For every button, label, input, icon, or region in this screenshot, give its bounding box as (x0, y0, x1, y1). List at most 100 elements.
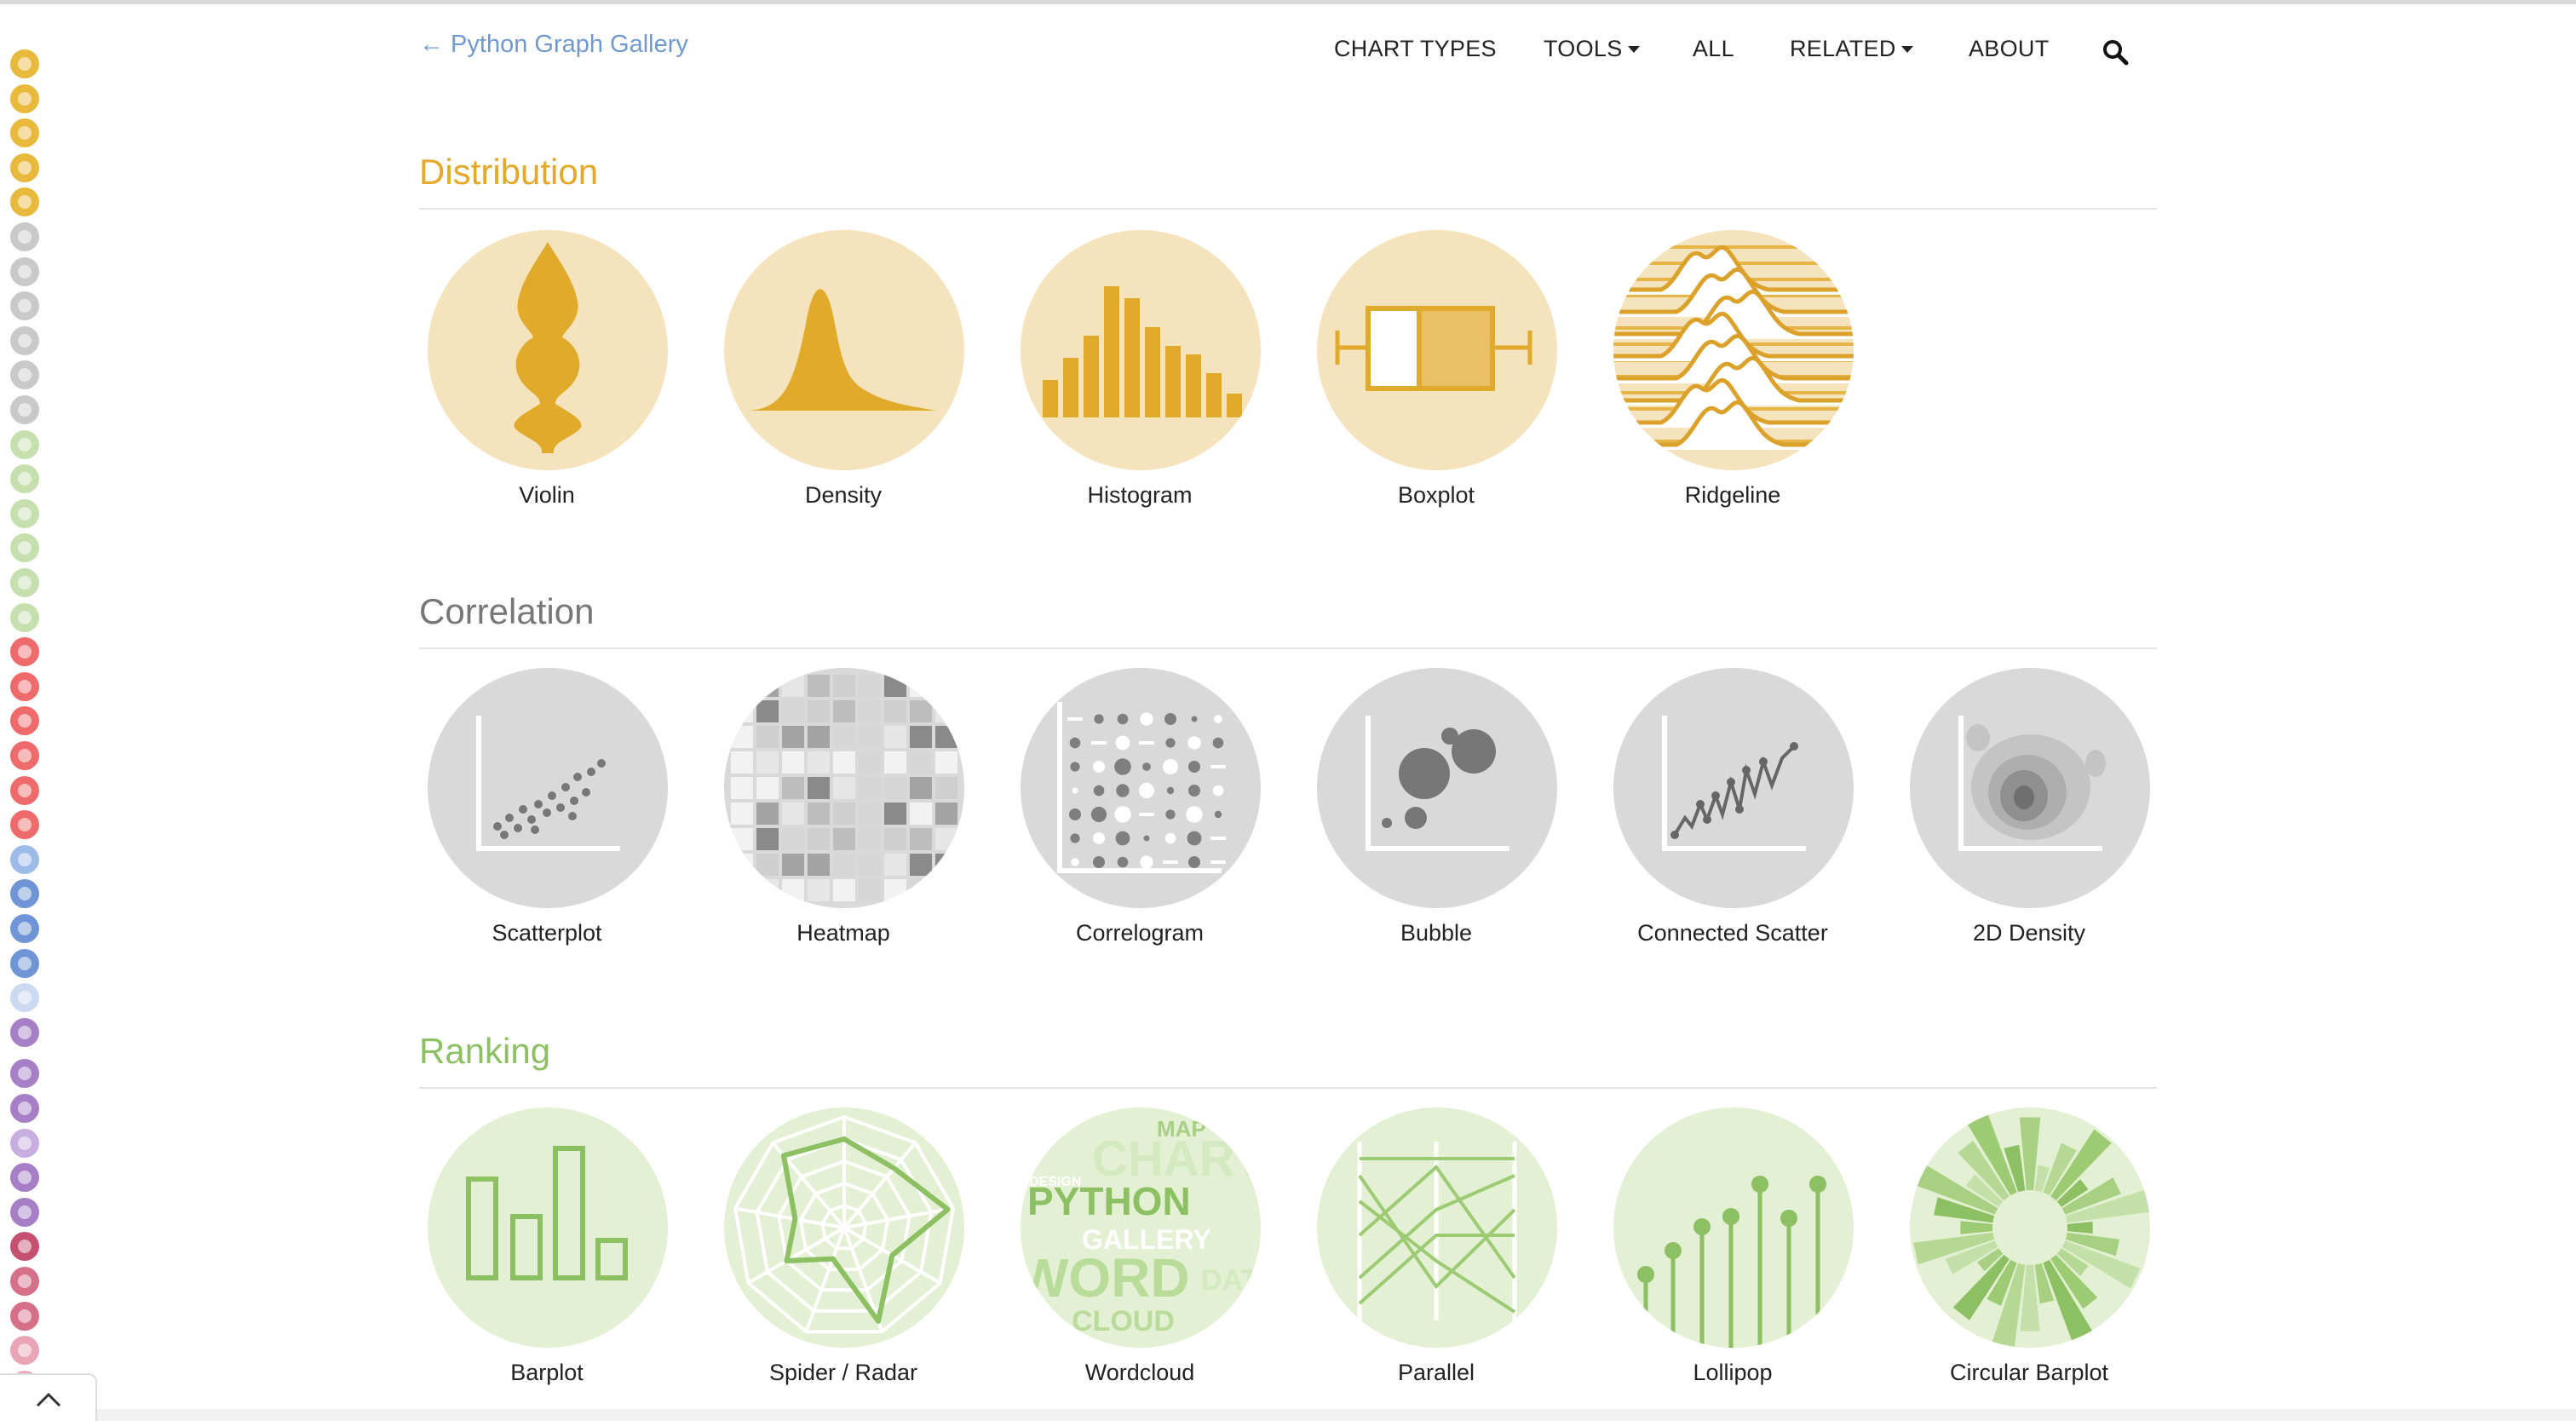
rail-chart-icon[interactable] (10, 914, 39, 943)
rail-chart-icon[interactable] (10, 1267, 39, 1296)
rail-chart-icon[interactable] (10, 637, 39, 667)
rail-chart-icon[interactable] (10, 533, 39, 563)
rail-chart-icon[interactable] (10, 983, 39, 1013)
chart-card-violin[interactable]: Violin (419, 230, 675, 508)
chart-card-lollipop[interactable]: Lollipop (1605, 1107, 1860, 1385)
chart-card-ridgeline[interactable]: Ridgeline (1605, 230, 1860, 508)
bottom-bar (97, 1409, 2576, 1421)
top-border (0, 0, 2576, 4)
rail-chart-icon[interactable] (10, 429, 39, 459)
rail-chart-icon[interactable] (10, 187, 39, 217)
ridgeline-thumbnail (1613, 230, 1854, 470)
circular-barplot-thumbnail (1910, 1107, 2150, 1348)
chart-card-scatterplot[interactable]: Scatterplot (419, 668, 675, 946)
rail-chart-icon[interactable] (10, 1232, 39, 1262)
chart-label: Histogram (1087, 482, 1193, 508)
density-thumbnail (724, 230, 964, 470)
chart-label: Spider / Radar (768, 1360, 918, 1385)
section-divider (419, 208, 2157, 210)
chart-label: Circular Barplot (1949, 1360, 2109, 1385)
rail-chart-icon[interactable] (10, 291, 39, 321)
rail-chart-icon[interactable] (10, 222, 39, 251)
chart-card-correlogram[interactable]: Correlogram (1012, 668, 1268, 946)
chart-label: Connected Scatter (1637, 920, 1828, 946)
chevron-up-icon (36, 1392, 61, 1407)
rail-chart-icon[interactable] (10, 706, 39, 736)
nav-label: TOOLS (1544, 36, 1623, 61)
rail-chart-icon[interactable] (10, 671, 39, 701)
caret-down-icon (1627, 45, 1640, 53)
nav-tools[interactable]: TOOLS (1544, 36, 1640, 62)
search-button[interactable] (2101, 37, 2130, 66)
wordcloud-word: CLOUD (1072, 1305, 1175, 1338)
spider-radar-thumbnail (724, 1107, 964, 1348)
section-ranking: Ranking Barplot Spider / Radar MAP CHART… (419, 1031, 2157, 1389)
chart-card-histogram[interactable]: Histogram (1012, 230, 1268, 508)
chart-card-boxplot[interactable]: Boxplot (1308, 230, 1564, 508)
nav-label: ALL (1693, 36, 1734, 61)
rail-chart-icon[interactable] (10, 568, 39, 597)
chart-card-barplot[interactable]: Barplot (419, 1107, 675, 1385)
rail-chart-icon[interactable] (10, 1017, 39, 1047)
chart-card-wordcloud[interactable]: MAP CHART PYTHON GALLERY WORD CLOUD DESI… (1012, 1107, 1268, 1385)
parallel-thumbnail (1317, 1107, 1557, 1348)
2d-density-thumbnail (1910, 668, 2150, 908)
rail-chart-icon[interactable] (10, 1301, 39, 1331)
rail-chart-icon[interactable] (10, 464, 39, 494)
nav-chart-types[interactable]: CHART TYPES (1334, 36, 1497, 62)
chart-label: 2D Density (1972, 920, 2086, 946)
rail-chart-icon[interactable] (10, 741, 39, 770)
chart-card-density[interactable]: Density (716, 230, 971, 508)
rail-chart-icon[interactable] (10, 879, 39, 909)
lollipop-thumbnail (1613, 1107, 1854, 1348)
rail-chart-icon[interactable] (10, 49, 39, 78)
wordcloud-word: WORD (1021, 1247, 1190, 1309)
scroll-to-top-button[interactable] (0, 1373, 97, 1421)
chart-label: Correlogram (1075, 920, 1205, 946)
section-distribution: Distribution Violin Density Histogram Bo… (419, 152, 2157, 509)
rail-chart-icon[interactable] (10, 775, 39, 805)
rail-chart-icon[interactable] (10, 498, 39, 528)
boxplot-thumbnail (1317, 230, 1557, 470)
section-title: Distribution (419, 152, 599, 192)
rail-chart-icon[interactable] (10, 118, 39, 148)
rail-chart-icon[interactable] (10, 810, 39, 840)
rail-chart-icon[interactable] (10, 360, 39, 390)
wordcloud-thumbnail: MAP CHART PYTHON GALLERY WORD CLOUD DESI… (1021, 1107, 1261, 1348)
rail-chart-icon[interactable] (10, 1059, 39, 1089)
chart-card-connected-scatter[interactable]: Connected Scatter (1605, 668, 1860, 946)
bubble-thumbnail (1317, 668, 1557, 908)
chart-card-2d-density[interactable]: 2D Density (1901, 668, 2157, 946)
rail-chart-icon[interactable] (10, 602, 39, 632)
chart-label: Barplot (510, 1360, 584, 1385)
heatmap-thumbnail (724, 668, 964, 908)
rail-chart-icon[interactable] (10, 152, 39, 182)
chart-label: Density (804, 482, 883, 508)
nav-all[interactable]: ALL (1693, 36, 1734, 62)
chart-card-parallel[interactable]: Parallel (1308, 1107, 1564, 1385)
nav-label: CHART TYPES (1334, 36, 1497, 61)
nav-related[interactable]: RELATED (1790, 36, 1913, 62)
back-to-gallery-link[interactable]: ← Python Graph Gallery (419, 31, 688, 59)
chart-label: Parallel (1397, 1360, 1475, 1385)
rail-chart-icon[interactable] (10, 1128, 39, 1158)
rail-chart-icon[interactable] (10, 844, 39, 874)
violin-thumbnail (428, 230, 668, 470)
wordcloud-word: DESIGN (1029, 1175, 1081, 1189)
rail-chart-icon[interactable] (10, 1197, 39, 1227)
chart-card-bubble[interactable]: Bubble (1308, 668, 1564, 946)
chart-card-heatmap[interactable]: Heatmap (716, 668, 971, 946)
chart-card-circular-barplot[interactable]: Circular Barplot (1901, 1107, 2157, 1385)
rail-chart-icon[interactable] (10, 83, 39, 113)
rail-chart-icon[interactable] (10, 1094, 39, 1123)
nav-about[interactable]: ABOUT (1969, 36, 2050, 62)
rail-chart-icon[interactable] (10, 256, 39, 286)
rail-chart-icon[interactable] (10, 325, 39, 355)
chart-card-spider-radar[interactable]: Spider / Radar (716, 1107, 971, 1385)
chart-label: Scatterplot (492, 920, 602, 946)
rail-chart-icon[interactable] (10, 1336, 39, 1366)
rail-chart-icon[interactable] (10, 395, 39, 424)
rail-chart-icon[interactable] (10, 1163, 39, 1193)
chart-label: Wordcloud (1084, 1360, 1195, 1385)
rail-chart-icon[interactable] (10, 948, 39, 978)
